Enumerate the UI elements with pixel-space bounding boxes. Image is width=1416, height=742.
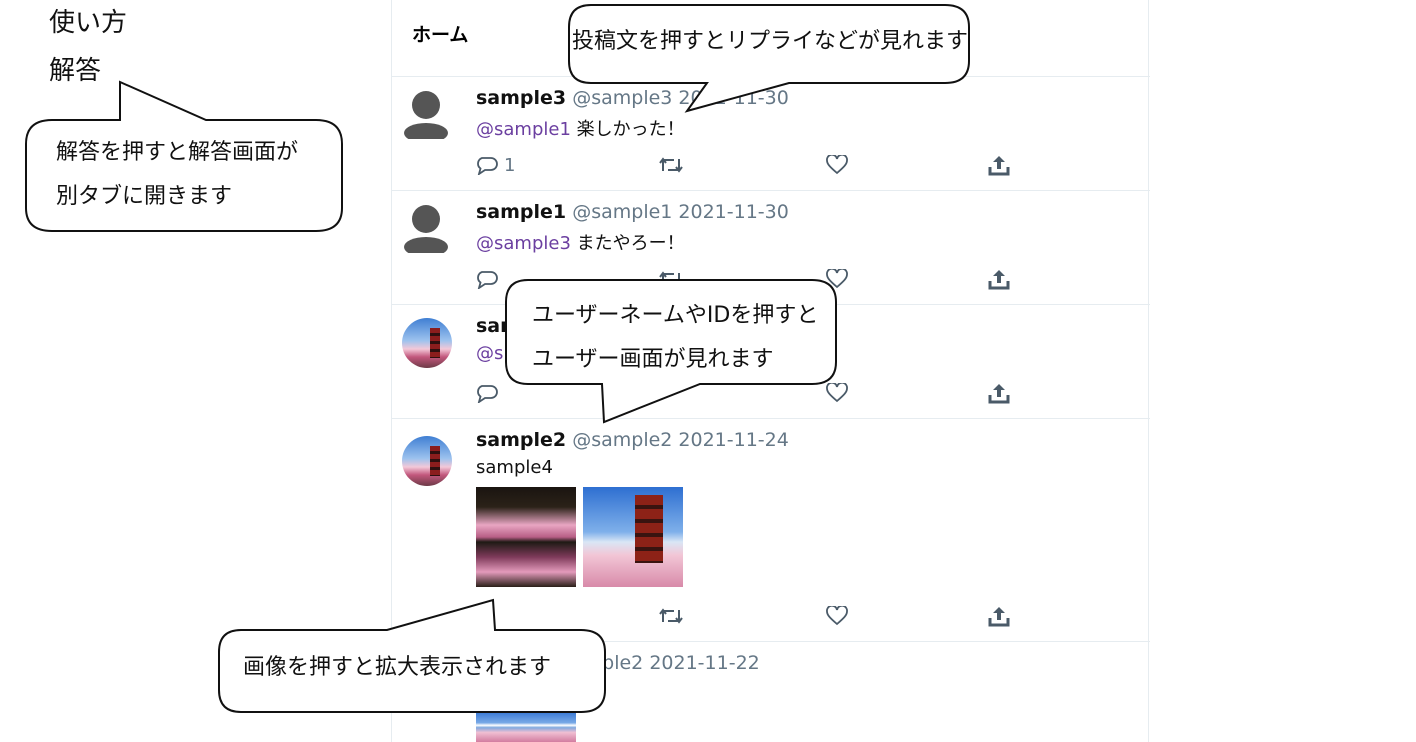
tweet-user-name[interactable]: sample3	[476, 87, 566, 109]
tweet-user-name[interactable]: sample1	[476, 201, 566, 223]
avatar[interactable]	[402, 436, 452, 486]
share-icon	[988, 607, 1010, 627]
default-avatar-icon	[404, 91, 448, 143]
tweet[interactable]: sample3 @sample3 2021-11-30 @sample1 楽しか…	[392, 77, 1150, 191]
tweet-actions: 1	[476, 153, 1036, 177]
tweet-image[interactable]	[476, 710, 576, 742]
tweet[interactable]: sample1 @sample1 2021-11-30 @sample3 またや…	[392, 191, 1150, 305]
retweet-button[interactable]	[658, 267, 684, 291]
callout-username-line1: ユーザーネームやIDを押すと	[532, 303, 819, 328]
tweet-date: 2021-11-22	[649, 652, 760, 674]
pagoda-photo-icon	[430, 328, 440, 358]
share-icon	[988, 384, 1010, 404]
reply-icon	[477, 157, 498, 175]
tweet-user-name[interactable]: sam	[476, 315, 520, 337]
retweet-icon	[659, 271, 683, 287]
mention-link[interactable]: @s	[476, 343, 503, 364]
page-title: ホーム	[412, 24, 469, 46]
callout-post-line1: 投稿文を押すとリプライなどが見れます	[572, 29, 969, 54]
reply-button[interactable]: 1	[476, 153, 515, 177]
callout-answer-line2: 別タブに開きます	[56, 184, 233, 209]
tweet-image[interactable]	[583, 487, 683, 587]
avatar[interactable]	[402, 203, 450, 257]
tweet[interactable]: sample2 @sample2 2021-11-24 sample4	[392, 419, 1150, 642]
tweet-image[interactable]	[476, 487, 576, 587]
callout-username-line2: ユーザー画面が見れます	[532, 347, 774, 372]
retweet-icon	[659, 157, 683, 173]
tweet-actions	[476, 604, 1036, 628]
like-icon	[826, 269, 848, 289]
reply-count: 1	[504, 154, 516, 176]
mention-link[interactable]: @sample1	[476, 119, 571, 140]
like-button[interactable]	[826, 267, 848, 291]
tweet-text[interactable]: @sample1 楽しかった！	[476, 115, 1126, 141]
tweet-text[interactable]: @sample3 またやろー！	[476, 229, 1126, 255]
tweet-actions	[476, 381, 1036, 405]
answer-link[interactable]: 解答	[49, 50, 101, 87]
like-button[interactable]	[826, 153, 848, 177]
reply-icon	[477, 271, 498, 289]
tweet-date: 2021-11-24	[678, 429, 789, 451]
tweet-date: 2021-11-30	[678, 201, 789, 223]
retweet-button[interactable]	[658, 604, 684, 628]
tweet-text-body: 楽しかった！	[570, 119, 685, 140]
share-button[interactable]	[988, 153, 1010, 177]
like-button[interactable]	[826, 381, 848, 405]
reply-button[interactable]	[476, 267, 498, 291]
mention-link[interactable]: @sample3	[476, 233, 571, 254]
callout-answer-line1: 解答を押すと解答画面が	[56, 140, 299, 165]
pagoda-photo-icon	[430, 446, 440, 476]
tweet-text[interactable]: sample4	[476, 457, 1126, 478]
tweet-date: 2021-11-30	[678, 87, 789, 109]
retweet-button[interactable]	[658, 153, 684, 177]
reply-button[interactable]	[476, 381, 498, 405]
tweet-user-handle[interactable]: ample2	[572, 652, 643, 674]
callout-image-line1: 画像を押すと拡大表示されます	[243, 655, 552, 680]
like-icon	[826, 606, 848, 626]
share-button[interactable]	[988, 604, 1010, 628]
tweet-user-handle[interactable]: @sample3	[572, 87, 672, 109]
usage-link[interactable]: 使い方	[49, 2, 127, 39]
share-button[interactable]	[988, 267, 1010, 291]
reply-icon	[477, 385, 498, 403]
retweet-icon	[659, 608, 683, 624]
tweet-text-body: またやろー！	[570, 233, 685, 254]
avatar[interactable]	[402, 318, 452, 368]
tweet-user-handle[interactable]: @sample1	[572, 201, 672, 223]
like-icon	[826, 155, 848, 175]
tweet-user-name[interactable]: sample2	[476, 429, 566, 451]
share-icon	[988, 156, 1010, 176]
avatar[interactable]	[402, 89, 450, 143]
tweet-user-handle[interactable]: @sample2	[572, 429, 672, 451]
share-icon	[988, 270, 1010, 290]
default-avatar-icon	[404, 205, 448, 257]
tweet-actions	[476, 267, 1036, 291]
like-icon	[826, 383, 848, 403]
share-button[interactable]	[988, 381, 1010, 405]
like-button[interactable]	[826, 604, 848, 628]
